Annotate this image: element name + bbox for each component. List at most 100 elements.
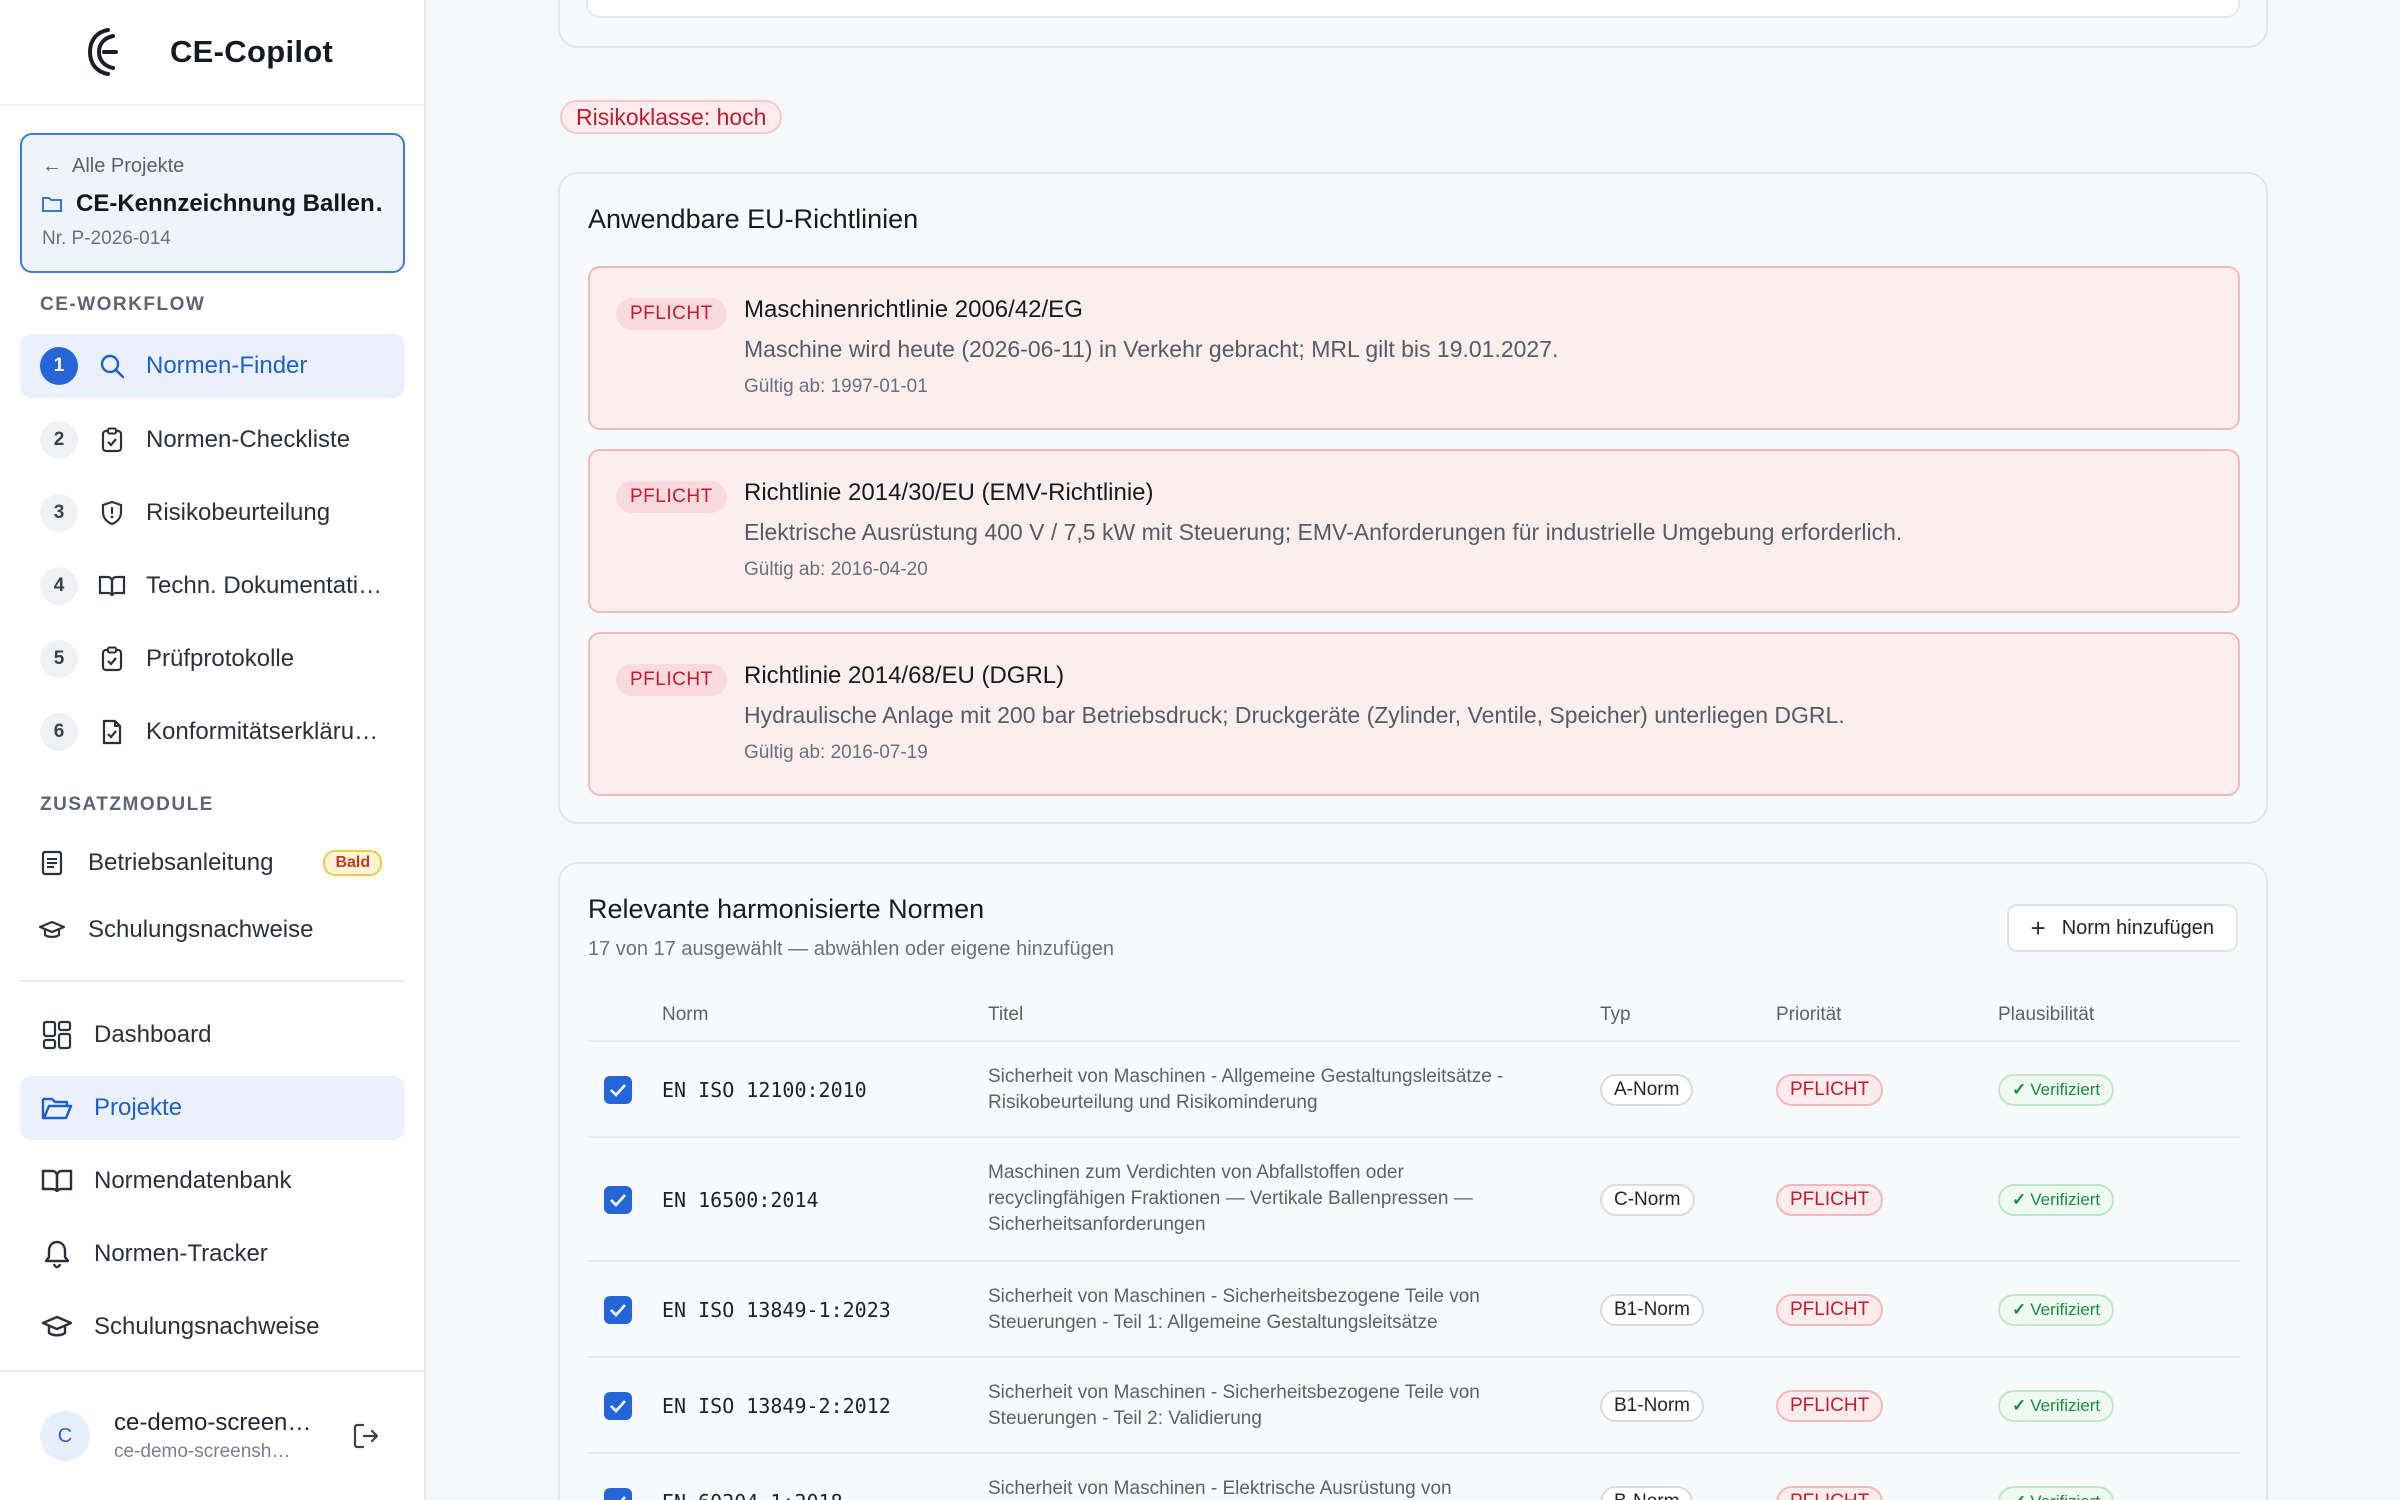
check-icon: ✓ <box>2012 1492 2026 1500</box>
directive-item: PFLICHT Richtlinie 2014/68/EU (DGRL) Hyd… <box>588 632 2240 796</box>
directive-valid-from: Gültig ab: 1997-01-01 <box>744 376 928 397</box>
table-header: Norm Titel Typ Priorität Plausibilität <box>588 992 2240 1042</box>
step-number: 5 <box>40 640 78 678</box>
directive-title: Richtlinie 2014/30/EU (EMV-Richtlinie) <box>744 479 1154 506</box>
coming-soon-badge: Bald <box>323 850 383 876</box>
row-checkbox[interactable] <box>604 1076 632 1104</box>
step-number: 2 <box>40 421 78 459</box>
row-checkbox[interactable] <box>604 1296 632 1324</box>
verified-label: Verifiziert <box>2030 1080 2101 1099</box>
table-row: EN ISO 12100:2010 Sicherheit von Maschin… <box>588 1044 2240 1138</box>
row-checkbox[interactable] <box>604 1488 632 1500</box>
directive-valid-from: Gültig ab: 2016-07-19 <box>744 742 928 763</box>
norm-type-badge: B1-Norm <box>1600 1390 1705 1422</box>
nav-item-projekte[interactable]: Projekte <box>20 1076 405 1140</box>
nav-item-normendatenbank[interactable]: Normendatenbank <box>20 1149 405 1213</box>
file-check-icon <box>98 718 126 746</box>
priority-badge: PFLICHT <box>1776 1184 1884 1216</box>
table-row: EN 16500:2014 Maschinen zum Verdichten v… <box>588 1140 2240 1262</box>
norm-title: Sicherheit von Maschinen - Elektrische A… <box>988 1478 1452 1499</box>
nav-item-label: Projekte <box>94 1094 183 1121</box>
directive-title: Richtlinie 2014/68/EU (DGRL) <box>744 662 1065 689</box>
workflow-item-label: Normen-Checkliste <box>146 426 351 453</box>
column-header-titel[interactable]: Titel <box>988 1004 1023 1026</box>
shield-icon <box>98 499 126 527</box>
risk-class-badge: Risikoklasse: hoch <box>560 100 783 134</box>
verified-badge: ✓Verifiziert <box>1998 1074 2115 1106</box>
workflow-item-normen-finder[interactable]: 1 Normen-Finder <box>20 334 405 398</box>
directive-description: Maschine wird heute (2026-06-11) in Verk… <box>744 336 1559 362</box>
main-content: Risikoklasse: hoch Anwendbare EU-Richtli… <box>428 0 2400 1500</box>
row-checkbox[interactable] <box>604 1392 632 1420</box>
arrow-left-icon: ← <box>42 155 62 177</box>
previous-card <box>558 0 2268 48</box>
directive-item: PFLICHT Maschinenrichtlinie 2006/42/EG M… <box>588 266 2240 430</box>
nav-item-label: Normen-Tracker <box>94 1240 268 1267</box>
workflow-item-label: Prüfprotokolle <box>146 645 295 672</box>
column-header-plausibilitaet[interactable]: Plausibilität <box>1998 1004 2094 1026</box>
book-icon <box>98 572 126 600</box>
document-icon <box>38 849 66 877</box>
column-header-typ[interactable]: Typ <box>1600 1004 1631 1026</box>
workflow-section-label: CE-WORKFLOW <box>40 294 206 315</box>
column-header-norm[interactable]: Norm <box>662 1004 708 1026</box>
table-row: EN ISO 13849-1:2023 Sicherheit von Masch… <box>588 1264 2240 1358</box>
norm-type-badge: B-Norm <box>1600 1486 1694 1500</box>
directive-valid-from: Gültig ab: 2016-04-20 <box>744 559 928 580</box>
norm-title: Maschinen zum Verdichten von Abfallstoff… <box>988 1162 1473 1235</box>
workflow-item-risikobeurteilung[interactable]: 3 Risikobeurteilung <box>20 481 405 545</box>
mandatory-badge: PFLICHT <box>616 298 727 330</box>
workflow-item-techn-dokumentation[interactable]: 4 Techn. Dokumentati… <box>20 554 405 618</box>
clipboard-check-icon <box>98 645 126 673</box>
priority-badge: PFLICHT <box>1776 1390 1884 1422</box>
verified-label: Verifiziert <box>2030 1492 2100 1500</box>
back-to-projects-link[interactable]: ← Alle Projekte <box>42 155 383 178</box>
step-number: 1 <box>40 347 78 385</box>
workflow-item-pruefprotokolle[interactable]: 5 Prüfprotokolle <box>20 627 405 691</box>
column-header-prioritaet[interactable]: Priorität <box>1776 1004 1841 1026</box>
mandatory-badge: PFLICHT <box>616 664 727 696</box>
nav-item-label: Normendatenbank <box>94 1167 292 1194</box>
step-number: 3 <box>40 494 78 532</box>
nav-item-dashboard[interactable]: Dashboard <box>20 1003 405 1067</box>
user-profile: C ce-demo-screen… ce-demo-screensh… <box>0 1370 426 1500</box>
nav-item-schulungsnachweise[interactable]: Schulungsnachweise <box>20 1295 405 1359</box>
verified-badge: ✓Verifiziert <box>1998 1184 2115 1216</box>
nav-item-label: Schulungsnachweise <box>94 1313 320 1340</box>
verified-badge: ✓Verifiziert <box>1998 1294 2115 1326</box>
brand: CE-Copilot <box>0 0 424 106</box>
workflow-item-normen-checkliste[interactable]: 2 Normen-Checkliste <box>20 408 405 472</box>
add-norm-button[interactable]: + Norm hinzufügen <box>2006 904 2238 952</box>
ce-logo-icon <box>87 28 118 76</box>
workflow-item-label: Konformitätserkläru… <box>146 718 379 745</box>
mandatory-badge: PFLICHT <box>616 481 727 513</box>
directive-item: PFLICHT Richtlinie 2014/30/EU (EMV-Richt… <box>588 449 2240 613</box>
verified-label: Verifiziert <box>2030 1396 2101 1415</box>
nav-item-normen-tracker[interactable]: Normen-Tracker <box>20 1222 405 1286</box>
project-title: CE-Kennzeichnung Ballen… <box>76 190 383 217</box>
add-norm-label: Norm hinzufügen <box>2061 916 2214 939</box>
norm-code: EN 60204-1:2018 <box>662 1490 843 1500</box>
module-item-betriebsanleitung[interactable]: Betriebsanleitung Bald <box>20 833 405 893</box>
norm-title: Sicherheit von Maschinen - Sicherheitsbe… <box>988 1382 1480 1429</box>
row-checkbox[interactable] <box>604 1186 632 1214</box>
folder-open-icon <box>40 1091 74 1125</box>
plus-icon: + <box>2030 912 2046 943</box>
module-item-label: Betriebsanleitung <box>88 849 274 876</box>
graduation-cap-icon <box>38 916 66 944</box>
graduation-cap-icon <box>40 1310 74 1344</box>
module-item-schulungsnachweise[interactable]: Schulungsnachweise <box>20 900 405 960</box>
workflow-item-label: Normen-Finder <box>146 352 308 379</box>
norm-title: Sicherheit von Maschinen - Sicherheitsbe… <box>988 1286 1480 1333</box>
table-row: EN ISO 13849-2:2012 Sicherheit von Masch… <box>588 1360 2240 1454</box>
logout-icon[interactable] <box>352 1422 380 1455</box>
check-icon: ✓ <box>2012 1396 2027 1415</box>
verified-badge: ✓ Verifiziert <box>1998 1486 2115 1500</box>
workflow-item-konformitaetserklaerung[interactable]: 6 Konformitätserkläru… <box>20 700 405 764</box>
card-title: Relevante harmonisierte Normen <box>588 894 985 924</box>
current-project-card[interactable]: ← Alle Projekte CE-Kennzeichnung Ballen…… <box>20 133 405 273</box>
sidebar-divider <box>20 980 405 982</box>
priority-badge: PFLICHT <box>1776 1074 1884 1106</box>
bell-icon <box>40 1237 74 1271</box>
dashboard-icon <box>40 1018 74 1052</box>
